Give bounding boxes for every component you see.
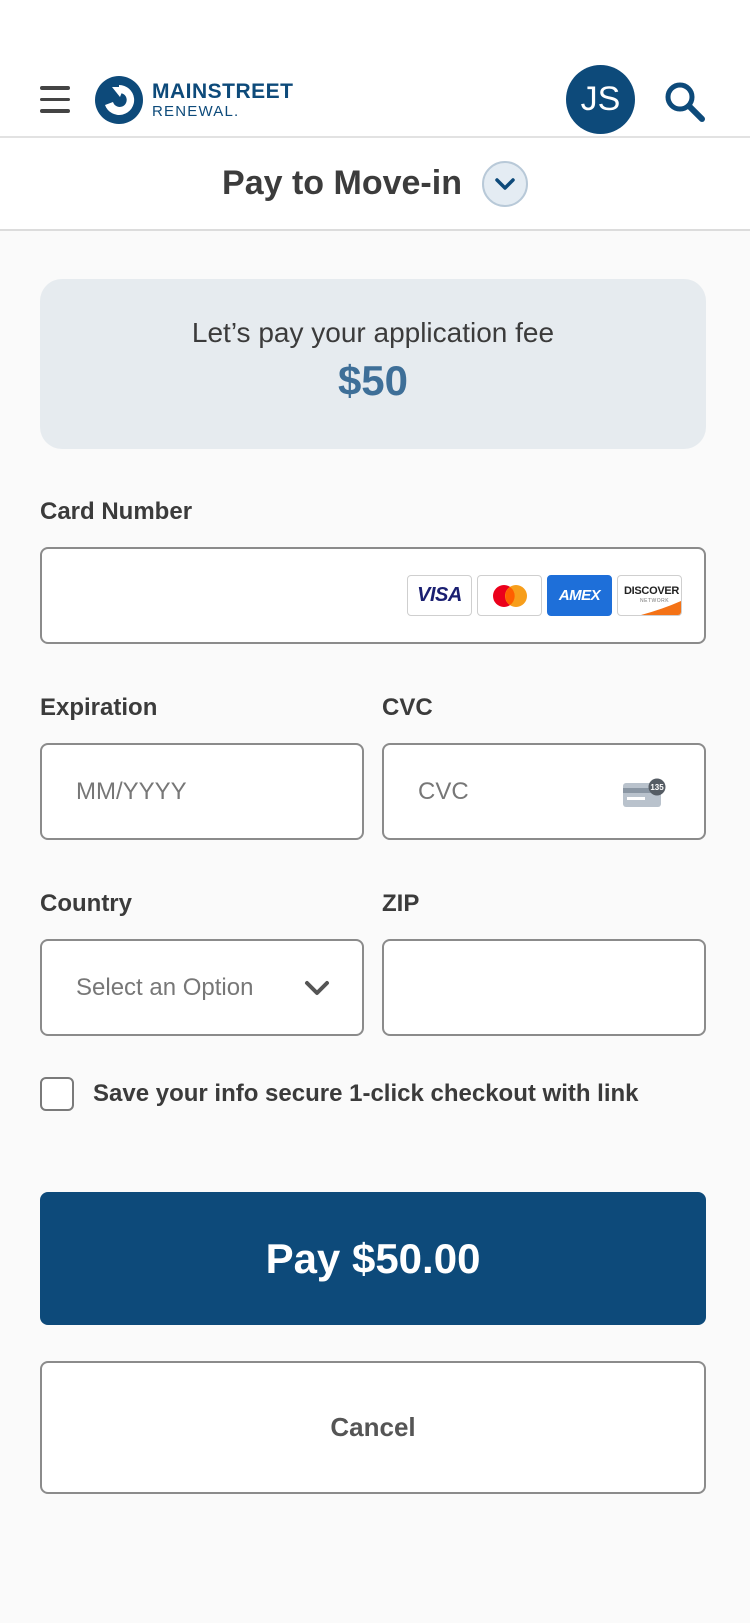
fee-text: Let’s pay your application fee: [191, 317, 555, 348]
discover-swoosh: [641, 601, 681, 615]
save-info-label[interactable]: Save your info secure 1-click checkout w…: [93, 1080, 639, 1108]
fee-amount: $50: [337, 357, 409, 404]
card-brand-logos: VISA AMEX DISCOVER NETWORK: [407, 575, 682, 616]
zip-field[interactable]: [382, 939, 706, 1036]
cvc-icon-number: 135: [650, 783, 664, 792]
chevron-down-icon: [305, 981, 329, 995]
expiration-input[interactable]: [42, 745, 362, 838]
zip-label: ZIP: [382, 890, 420, 917]
expiration-label: Expiration: [40, 694, 158, 721]
amex-logo-text: AMEX: [558, 587, 601, 604]
brand-logo[interactable]: MAINSTREET RENEWAL.: [94, 74, 294, 126]
country-selected-value: Select an Option: [76, 973, 254, 1001]
discover-logo-text: DISCOVER: [624, 585, 680, 597]
chevron-down-icon: [495, 177, 515, 190]
visa-icon: VISA: [407, 575, 472, 616]
visa-logo-text: VISA: [417, 584, 462, 606]
cvc-label: CVC: [382, 694, 433, 721]
section-header: Pay to Move-in: [0, 138, 750, 231]
user-avatar[interactable]: JS: [566, 65, 635, 134]
menu-icon[interactable]: [40, 86, 72, 114]
logo-main-text: MAINSTREET: [152, 80, 294, 103]
search-icon[interactable]: [661, 78, 707, 124]
logo-mark-icon: [95, 76, 143, 124]
card-number-field[interactable]: VISA AMEX DISCOVER NETWORK: [40, 547, 706, 644]
amex-icon: AMEX: [547, 575, 612, 616]
expiration-field[interactable]: [40, 743, 364, 840]
card-number-label: Card Number: [40, 498, 193, 525]
logo-sub-text: RENEWAL.: [152, 103, 240, 120]
fee-summary-card: Let’s pay your application fee $50: [40, 279, 706, 449]
zip-input[interactable]: [384, 941, 704, 1034]
mastercard-circles: [492, 584, 527, 607]
discover-icon: DISCOVER NETWORK: [617, 575, 682, 616]
cvc-card-icon: 135: [623, 778, 666, 807]
mastercard-icon: [477, 575, 542, 616]
page-title: Pay to Move-in: [222, 164, 462, 202]
country-label: Country: [40, 890, 132, 917]
cancel-button[interactable]: Cancel: [40, 1361, 706, 1494]
section-toggle-button[interactable]: [481, 160, 528, 207]
top-bar: MAINSTREET RENEWAL. JS: [0, 0, 750, 138]
save-info-checkbox[interactable]: [40, 1077, 74, 1111]
country-select[interactable]: Select an Option: [40, 939, 364, 1036]
cvc-field[interactable]: 135: [382, 743, 706, 840]
pay-button[interactable]: Pay $50.00: [40, 1192, 706, 1325]
